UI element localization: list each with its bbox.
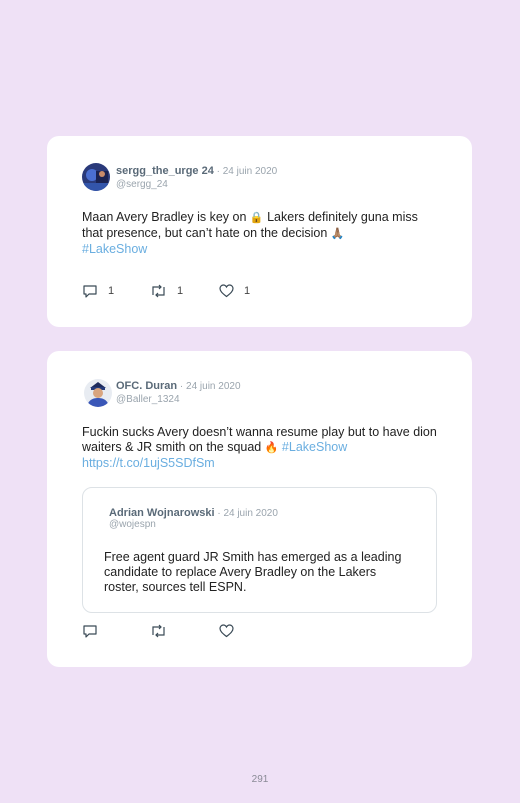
reply-button[interactable]: 1 [82, 283, 114, 299]
tweet-card[interactable]: OFC. Duran · 24 juin 2020 @Baller_1324 F… [47, 351, 472, 667]
heart-icon [219, 624, 234, 638]
page-number: 291 [251, 774, 269, 785]
pray-emoji: 🙏🏽 [330, 228, 345, 240]
quoted-date: 24 juin 2020 [223, 508, 278, 519]
hashtag-link[interactable]: #LakeShow [82, 242, 147, 256]
retweet-button[interactable]: 1 [150, 283, 183, 299]
retweet-count: 1 [177, 285, 184, 297]
user-handle[interactable]: @Baller_1324 [116, 394, 180, 405]
lock-emoji: 🔒 [249, 212, 264, 224]
tweet-actions [82, 623, 282, 639]
tweet-text: Maan Avery Bradley is key on 🔒 Lakers de… [82, 210, 418, 256]
tweet-date: 24 juin 2020 [222, 166, 278, 177]
like-button[interactable]: 1 [219, 283, 250, 299]
hashtag-link[interactable]: #LakeShow [282, 440, 347, 454]
tweet-text: Fuckin sucks Avery doesn’t wanna resume … [82, 425, 437, 470]
display-name[interactable]: sergg_the_urge 24 · 24 juin 2020 [116, 165, 277, 177]
retweet-button[interactable] [150, 623, 167, 639]
reply-icon [83, 284, 97, 298]
heart-icon [219, 284, 234, 298]
tweet-link[interactable]: https://t.co/1ujS5SDfSm [82, 456, 215, 470]
avatar[interactable] [84, 379, 112, 407]
like-button[interactable] [219, 623, 234, 639]
retweet-icon [152, 284, 165, 298]
retweet-icon [152, 624, 165, 638]
quoted-display-name[interactable]: Adrian Wojnarowski · 24 juin 2020 [109, 507, 278, 519]
tweet-date: 24 juin 2020 [186, 381, 241, 392]
reply-button[interactable] [82, 623, 98, 639]
like-count: 1 [244, 285, 251, 297]
quoted-handle[interactable]: @wojespn [109, 519, 156, 530]
quoted-tweet[interactable]: Adrian Wojnarowski · 24 juin 2020 @wojes… [82, 487, 437, 613]
reply-icon [83, 624, 97, 638]
quoted-text: Free agent guard JR Smith has emerged as… [104, 550, 402, 594]
tweet-actions: 1 1 1 [82, 283, 282, 299]
fire-emoji: 🔥 [264, 442, 279, 454]
tweet-card[interactable]: sergg_the_urge 24 · 24 juin 2020 @sergg_… [47, 136, 472, 327]
display-name[interactable]: OFC. Duran · 24 juin 2020 [116, 380, 241, 392]
user-handle[interactable]: @sergg_24 [116, 179, 168, 190]
reply-count: 1 [108, 285, 115, 297]
avatar[interactable] [82, 163, 110, 191]
